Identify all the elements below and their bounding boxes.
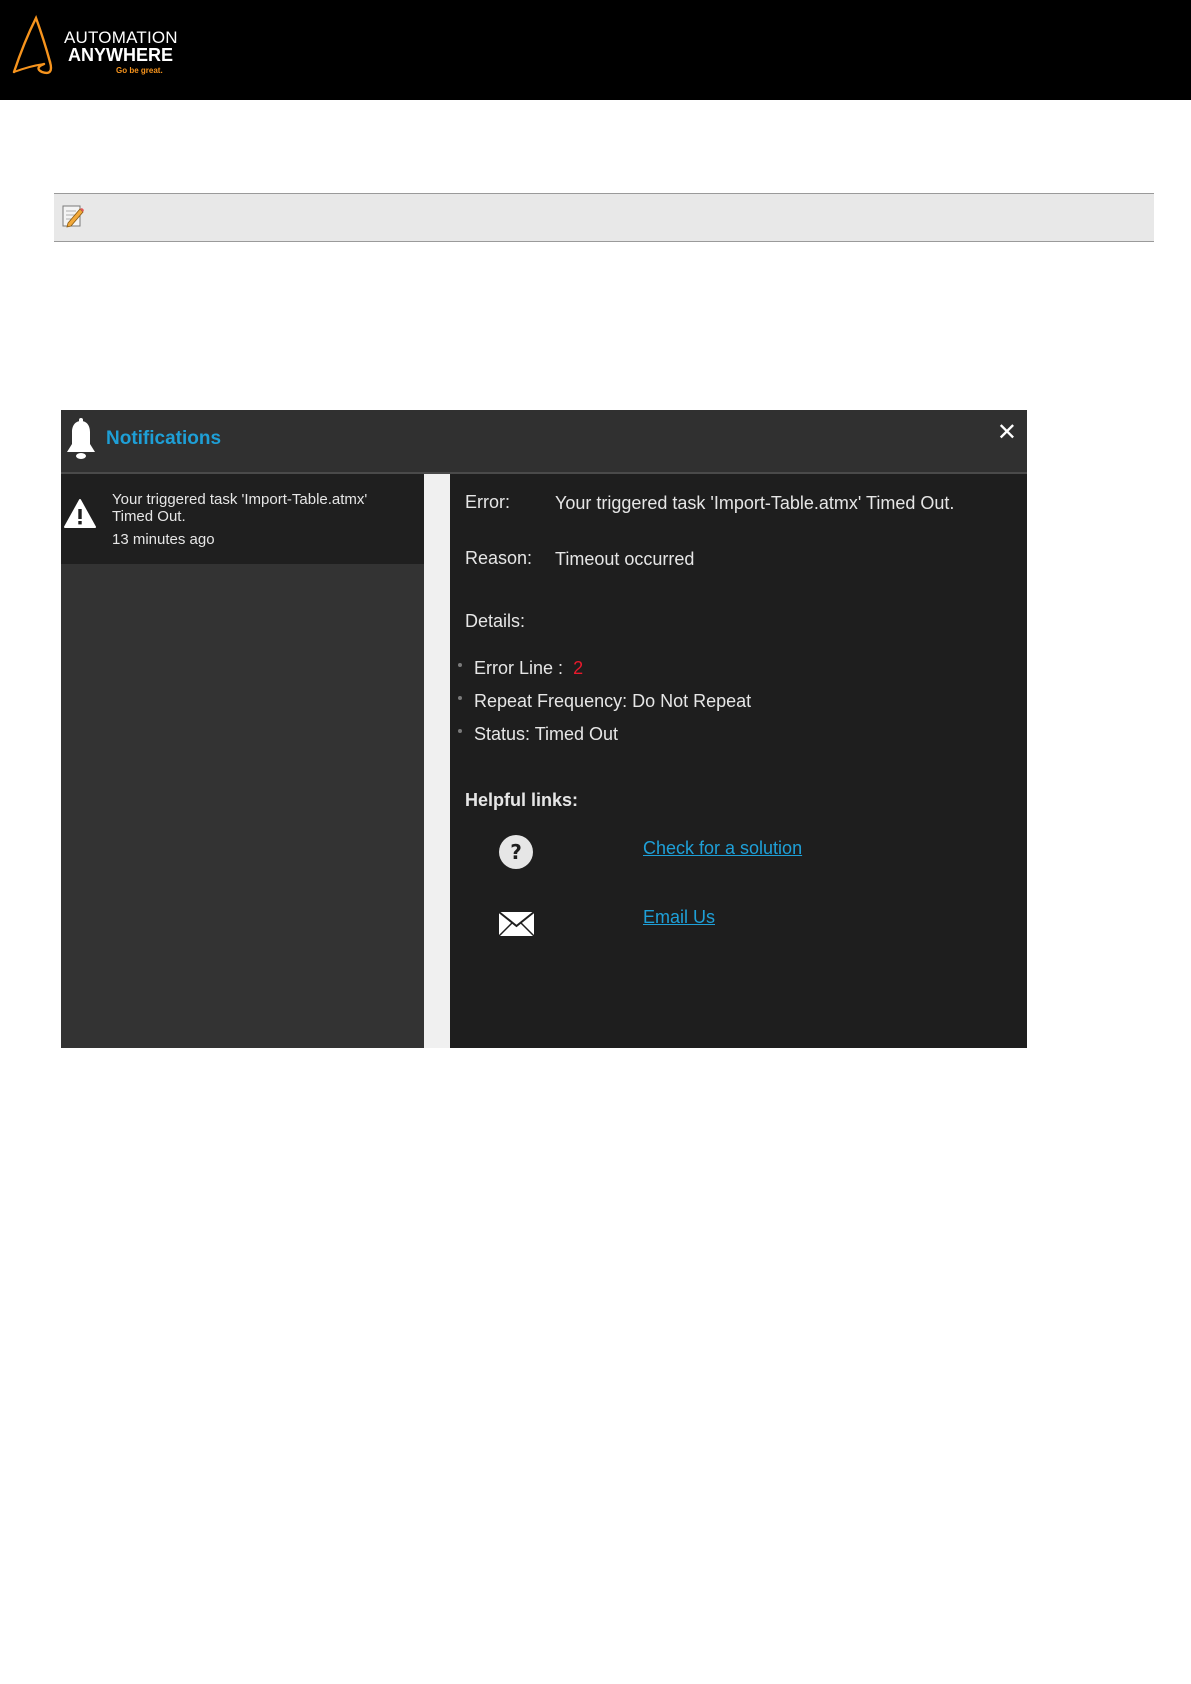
check-solution-link[interactable]: Check for a solution	[643, 838, 802, 859]
logo-text-anywhere: ANYWHERE	[68, 45, 174, 65]
error-line-label: Error Line :	[474, 658, 564, 678]
notification-item[interactable]: Your triggered task 'Import-Table.atmx' …	[61, 474, 424, 564]
page: AUTOMATION ANYWHERE Go be great. Notific…	[0, 0, 1191, 1684]
detail-repeat-frequency: Repeat Frequency: Do Not Repeat	[458, 691, 751, 712]
notification-message: Your triggered task 'Import-Table.atmx' …	[112, 491, 368, 525]
logo-tagline: Go be great.	[116, 66, 163, 75]
note-box	[54, 193, 1154, 242]
error-line-value: 2	[573, 658, 584, 678]
reason-value: Timeout occurred	[555, 549, 695, 569]
notification-detail: Error: Your triggered task 'Import-Table…	[450, 474, 1027, 1048]
detail-error-line: Error Line : 2	[458, 658, 583, 679]
pane-divider[interactable]	[424, 474, 450, 1048]
helpful-links-label: Helpful links:	[465, 790, 579, 810]
reason-label: Reason:	[465, 548, 533, 568]
notifications-titlebar: Notifications ✕	[61, 410, 1027, 474]
bell-icon	[67, 418, 95, 459]
error-label: Error:	[465, 492, 510, 512]
notification-time: 13 minutes ago	[112, 531, 215, 548]
repeat-frequency-text: Repeat Frequency: Do Not Repeat	[474, 691, 752, 711]
warning-icon	[64, 499, 96, 528]
automation-anywhere-logo: AUTOMATION ANYWHERE Go be great.	[10, 14, 190, 78]
header-bar: AUTOMATION ANYWHERE Go be great.	[0, 0, 1191, 100]
logo-a-mark-icon	[12, 14, 53, 75]
notification-list: Your triggered task 'Import-Table.atmx' …	[61, 474, 424, 1048]
notifications-window: Notifications ✕ Your triggered task 'Imp…	[61, 410, 1027, 1048]
svg-text:?: ?	[510, 840, 522, 864]
notifications-title: Notifications	[106, 428, 222, 449]
envelope-icon	[498, 911, 535, 937]
status-text: Status: Timed Out	[474, 724, 619, 744]
bullet-icon	[458, 696, 462, 701]
question-icon: ?	[499, 835, 533, 869]
pencil-note-icon	[62, 205, 84, 228]
bullet-icon	[458, 729, 462, 734]
close-button[interactable]: ✕	[997, 418, 1017, 446]
bullet-icon	[458, 663, 462, 668]
details-label: Details:	[465, 611, 526, 631]
detail-status: Status: Timed Out	[458, 724, 618, 745]
email-us-link[interactable]: Email Us	[643, 907, 715, 928]
error-value: Your triggered task 'Import-Table.atmx' …	[555, 493, 955, 513]
